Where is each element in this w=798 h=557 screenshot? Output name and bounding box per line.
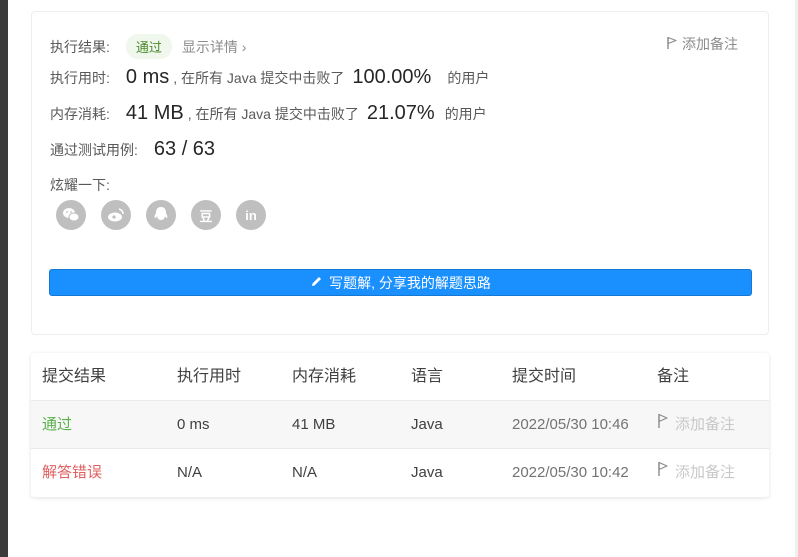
memory-suffix: 的用户 bbox=[444, 106, 487, 122]
douban-icon[interactable]: 豆 bbox=[191, 200, 221, 230]
header-note: 备注 bbox=[657, 368, 690, 385]
status-badge: 通过 bbox=[125, 34, 172, 59]
tests-row: 通过测试用例: 63 / 63 bbox=[50, 138, 215, 161]
submission-memory: 41 MB bbox=[292, 416, 336, 433]
memory-percent: 21.07% bbox=[366, 102, 435, 124]
write-solution-button[interactable]: 写题解, 分享我的解题思路 bbox=[49, 269, 752, 296]
runtime-row: 执行用时: 0 ms , 在所有 Java 提交中击败了 100.00% 的用户 bbox=[50, 66, 489, 89]
memory-row: 内存消耗: 41 MB , 在所有 Java 提交中击败了 21.07% 的用户 bbox=[50, 102, 487, 125]
row-add-note-label: 添加备注 bbox=[675, 416, 736, 433]
table-header-row: 提交结果 执行用时 内存消耗 语言 提交时间 备注 bbox=[31, 353, 769, 401]
share-label: 炫耀一下: bbox=[50, 177, 110, 193]
left-panel-edge bbox=[0, 0, 8, 557]
flag-icon bbox=[666, 36, 678, 53]
submission-result-link[interactable]: 解答错误 bbox=[42, 449, 102, 497]
flag-icon bbox=[657, 401, 669, 449]
header-runtime: 执行用时 bbox=[177, 368, 242, 385]
submission-result-card: 执行结果: 通过 显示详情 › 添加备注 执行用时: 0 ms , 在所有 Ja… bbox=[31, 11, 769, 335]
submission-language: Java bbox=[411, 464, 443, 481]
share-row: 炫耀一下: bbox=[50, 175, 110, 195]
flag-icon bbox=[657, 449, 669, 497]
wechat-icon[interactable] bbox=[56, 200, 86, 230]
add-note-button[interactable]: 添加备注 bbox=[666, 34, 738, 54]
add-note-label: 添加备注 bbox=[682, 36, 738, 52]
header-time: 提交时间 bbox=[512, 368, 577, 385]
submission-time: 2022/05/30 10:42 bbox=[512, 464, 629, 481]
tests-value: 63 / 63 bbox=[153, 138, 216, 160]
runtime-label: 执行用时: bbox=[50, 70, 110, 86]
status-label: 执行结果: bbox=[50, 39, 110, 55]
submissions-table: 提交结果 执行用时 内存消耗 语言 提交时间 备注 通过 0 ms 41 MB … bbox=[31, 353, 769, 497]
pencil-icon bbox=[310, 275, 323, 291]
runtime-value: 0 ms bbox=[125, 66, 170, 88]
row-add-note-button[interactable]: 添加备注 bbox=[657, 449, 735, 497]
qq-icon[interactable] bbox=[146, 200, 176, 230]
submission-runtime: N/A bbox=[177, 464, 203, 481]
show-details-link[interactable]: 显示详情 › bbox=[182, 37, 247, 57]
memory-beat-text: , 在所有 Java 提交中击败了 bbox=[187, 106, 359, 122]
header-language: 语言 bbox=[411, 368, 444, 385]
submission-time: 2022/05/30 10:46 bbox=[512, 416, 629, 433]
weibo-icon[interactable] bbox=[101, 200, 131, 230]
header-result: 提交结果 bbox=[42, 368, 107, 385]
status-row: 执行结果: 通过 显示详情 › bbox=[50, 34, 246, 59]
row-add-note-button[interactable]: 添加备注 bbox=[657, 401, 735, 449]
table-row[interactable]: 解答错误 N/A N/A Java 2022/05/30 10:42 添加备注 bbox=[31, 449, 769, 497]
share-icons: 豆 in bbox=[56, 200, 266, 230]
memory-value: 41 MB bbox=[125, 102, 184, 124]
runtime-beat-text: , 在所有 Java 提交中击败了 bbox=[173, 70, 345, 86]
submission-memory: N/A bbox=[292, 464, 318, 481]
runtime-suffix: 的用户 bbox=[447, 70, 490, 86]
row-add-note-label: 添加备注 bbox=[675, 464, 736, 481]
table-row[interactable]: 通过 0 ms 41 MB Java 2022/05/30 10:46 添加备注 bbox=[31, 401, 769, 449]
tests-label: 通过测试用例: bbox=[50, 142, 138, 158]
submission-runtime: 0 ms bbox=[177, 416, 210, 433]
submission-language: Java bbox=[411, 416, 443, 433]
header-memory: 内存消耗 bbox=[292, 368, 357, 385]
linkedin-icon[interactable]: in bbox=[236, 200, 266, 230]
runtime-percent: 100.00% bbox=[352, 66, 432, 88]
write-solution-label: 写题解, 分享我的解题思路 bbox=[329, 274, 491, 291]
memory-label: 内存消耗: bbox=[50, 106, 110, 122]
submission-result-link[interactable]: 通过 bbox=[42, 401, 72, 449]
